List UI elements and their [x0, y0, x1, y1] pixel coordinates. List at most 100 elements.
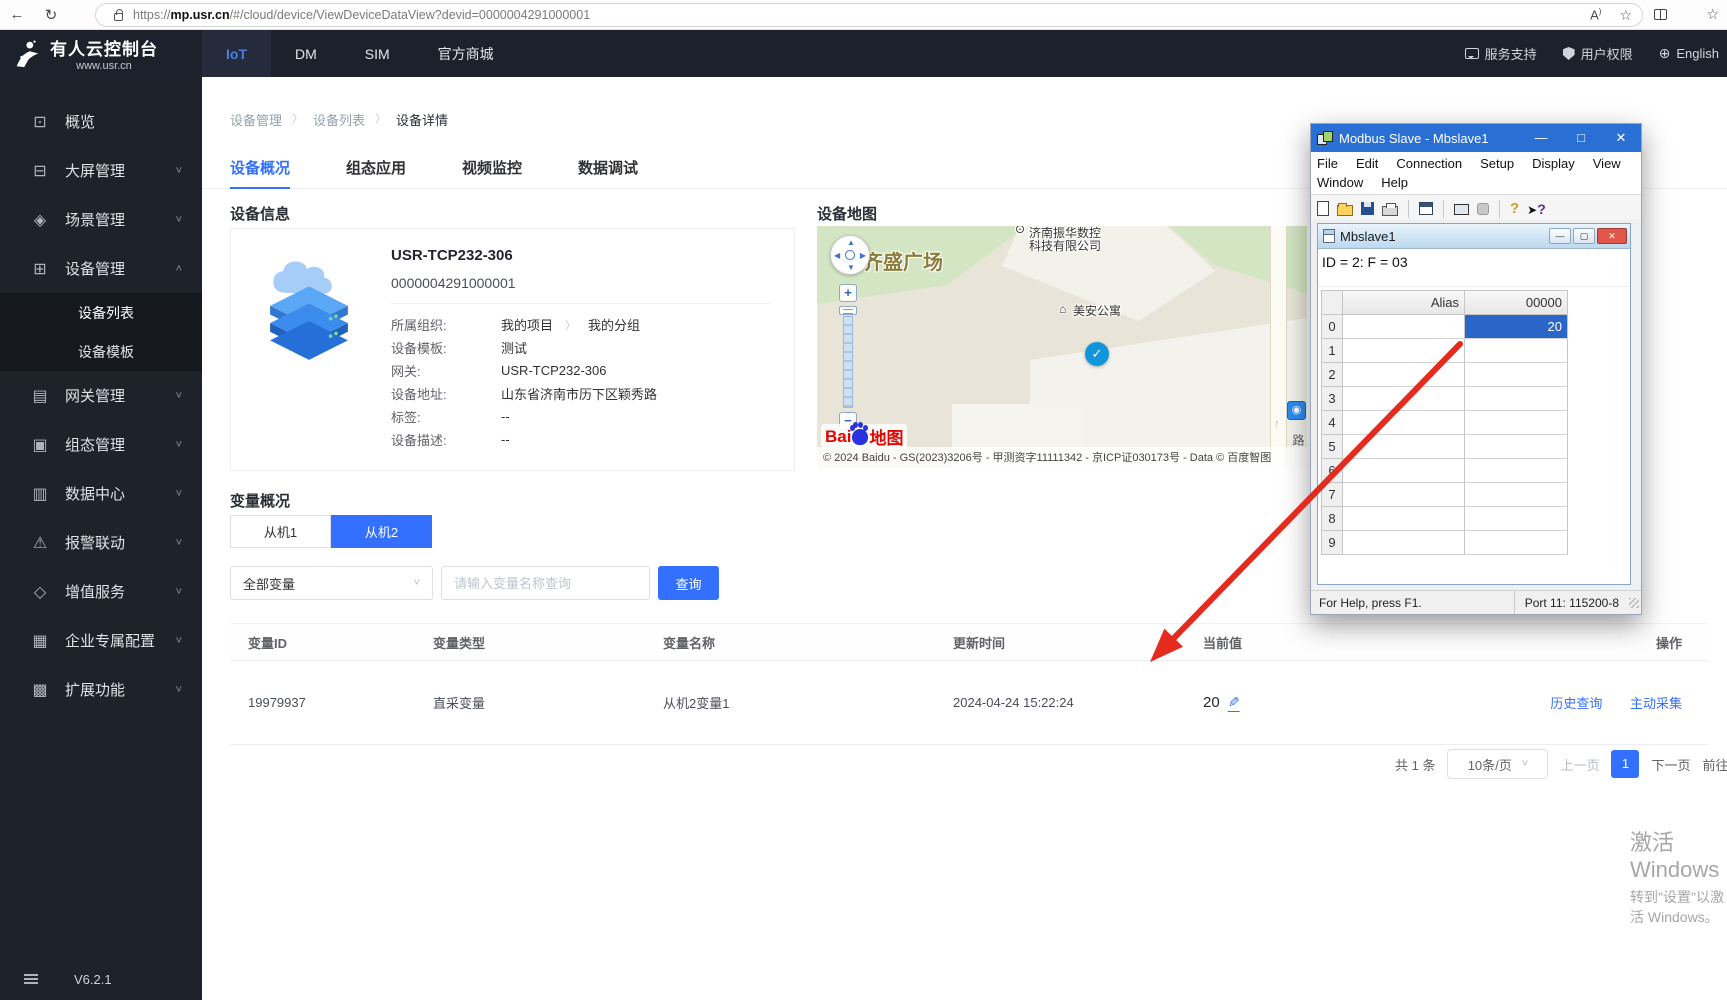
tab-device-overview[interactable]: 设备概况 [230, 145, 291, 189]
back-icon[interactable]: ← [0, 6, 34, 23]
url-text[interactable]: https://mp.usr.cn/#/cloud/device/ViewDev… [133, 8, 1580, 22]
nav-tab-iot[interactable]: IoT [202, 30, 271, 77]
favorite-star-icon[interactable]: ☆ [1619, 7, 1632, 24]
child-close-button[interactable]: ✕ [1597, 228, 1627, 244]
menu-file[interactable]: File [1317, 156, 1338, 171]
tab-slave1[interactable]: 从机1 [230, 515, 331, 548]
child-titlebar[interactable]: Mbslave1 — ▢ ✕ [1318, 224, 1630, 249]
menu-view[interactable]: View [1593, 156, 1621, 171]
save-file-icon[interactable] [1361, 202, 1374, 215]
connect-icon[interactable] [1454, 204, 1469, 215]
nav-tab-mall[interactable]: 官方商城 [414, 30, 518, 77]
close-button[interactable]: ✕ [1601, 124, 1641, 152]
history-query-link[interactable]: 历史查询 [1550, 696, 1602, 711]
lock-icon[interactable] [114, 9, 123, 21]
zoom-in-button[interactable]: + [839, 284, 857, 302]
sidebar-item-device-list[interactable]: 设备列表 [0, 293, 202, 332]
tab-data-debug[interactable]: 数据调试 [578, 145, 638, 189]
collapse-sidebar-icon[interactable] [24, 972, 38, 987]
pan-right-icon[interactable]: ▶ [860, 251, 866, 260]
value-cell[interactable] [1465, 507, 1568, 531]
menu-connection[interactable]: Connection [1396, 156, 1462, 171]
alias-cell[interactable] [1343, 387, 1465, 411]
new-file-icon[interactable] [1317, 201, 1329, 216]
active-collect-link[interactable]: 主动采集 [1630, 696, 1682, 711]
modbus-slave-window[interactable]: Modbus Slave - Mbslave1 — □ ✕ File Edit … [1310, 123, 1642, 615]
tab-scada-app[interactable]: 组态应用 [346, 145, 406, 189]
context-help-icon[interactable]: ➤? [1527, 201, 1546, 217]
alias-cell[interactable] [1343, 483, 1465, 507]
sidebar-item-alarm[interactable]: ⚠ 报警联动 ˅ [0, 518, 202, 567]
value-cell[interactable] [1465, 531, 1568, 555]
value-cell[interactable] [1465, 483, 1568, 507]
value-cell[interactable] [1465, 411, 1568, 435]
breadcrumb-device-list[interactable]: 设备列表 [313, 110, 365, 129]
sidebar-item-scada[interactable]: ▣ 组态管理 ˅ [0, 420, 202, 469]
alias-cell[interactable] [1343, 315, 1465, 339]
value-cell[interactable] [1465, 459, 1568, 483]
menu-display[interactable]: Display [1532, 156, 1575, 171]
prev-page-button[interactable]: 上一页 [1560, 755, 1599, 774]
nav-tab-sim[interactable]: SIM [341, 30, 414, 77]
tab-slave2[interactable]: 从机2 [331, 515, 432, 548]
menu-setup[interactable]: Setup [1480, 156, 1514, 171]
device-map[interactable]: ↑ 颖秀路 齐盛广场 ⊙ 济南振华数控 科技有限公司 ⌂ 美安公寓 ✓ ▲ ▼ … [817, 226, 1307, 468]
read-aloud-icon[interactable]: A) [1590, 7, 1601, 22]
pan-down-icon[interactable]: ▼ [847, 263, 855, 272]
variable-type-select[interactable]: 全部变量 ˅ [230, 566, 433, 600]
disconnect-icon[interactable] [1477, 202, 1489, 215]
page-1-button[interactable]: 1 [1611, 750, 1640, 778]
favorites-bar-icon[interactable]: ☆ [1706, 6, 1719, 23]
alias-cell[interactable] [1343, 435, 1465, 459]
pan-center-icon[interactable] [845, 250, 855, 260]
tab-video-monitor[interactable]: 视频监控 [462, 145, 522, 189]
alias-cell[interactable] [1343, 339, 1465, 363]
usr-cloud-logo[interactable]: 有人云控制台 www.usr.cn [0, 35, 202, 72]
nav-tab-dm[interactable]: DM [271, 30, 341, 77]
value-cell[interactable] [1465, 363, 1568, 387]
streetview-control-icon[interactable]: ◉ [1287, 401, 1306, 420]
variable-search-input[interactable] [441, 566, 650, 600]
breadcrumb-device-mgmt[interactable]: 设备管理 [230, 110, 282, 129]
menu-help[interactable]: Help [1381, 175, 1408, 190]
alias-cell[interactable] [1343, 531, 1465, 555]
open-file-icon[interactable] [1337, 202, 1353, 216]
sidebar-item-scene[interactable]: ◈ 场景管理 ˅ [0, 195, 202, 244]
sidebar-item-enterprise[interactable]: ▦ 企业专属配置 ˅ [0, 616, 202, 665]
alias-cell[interactable] [1343, 363, 1465, 387]
support-link[interactable]: 服务支持 [1464, 44, 1537, 63]
sidebar-item-data-center[interactable]: ▥ 数据中心 ˅ [0, 469, 202, 518]
value-cell[interactable] [1465, 339, 1568, 363]
device-location-marker[interactable]: ✓ [1085, 342, 1109, 366]
help-icon[interactable]: ? [1510, 200, 1519, 217]
alias-cell[interactable] [1343, 507, 1465, 531]
sidebar-item-bigscreen[interactable]: ⊟ 大屏管理 ˅ [0, 146, 202, 195]
baidu-logo[interactable]: Bai 地图 [821, 424, 908, 449]
pan-left-icon[interactable]: ◀ [834, 251, 840, 260]
mbslave1-child-window[interactable]: Mbslave1 — ▢ ✕ ID = 2: F = 03 Alias 0000… [1317, 223, 1631, 585]
sidebar-item-overview[interactable]: ⊡ 概览 [0, 97, 202, 146]
maximize-button[interactable]: □ [1561, 124, 1601, 152]
next-page-button[interactable]: 下一页 [1651, 755, 1690, 774]
alias-cell[interactable] [1343, 411, 1465, 435]
pan-up-icon[interactable]: ▲ [847, 238, 855, 247]
value-cell[interactable] [1465, 387, 1568, 411]
display-settings-icon[interactable] [1419, 202, 1433, 215]
alias-column-header[interactable]: Alias [1343, 291, 1465, 315]
sidebar-item-vas[interactable]: ◇ 增值服务 ˅ [0, 567, 202, 616]
page-size-select[interactable]: 10条/页 ˅ [1447, 749, 1549, 779]
menu-edit[interactable]: Edit [1356, 156, 1378, 171]
child-minimize-button[interactable]: — [1549, 228, 1571, 244]
sidebar-item-device-template[interactable]: 设备模板 [0, 332, 202, 371]
zoom-slider-track[interactable] [843, 316, 853, 408]
value-cell[interactable]: 20 [1465, 315, 1568, 339]
minimize-button[interactable]: — [1521, 124, 1561, 152]
print-icon[interactable] [1382, 202, 1398, 216]
alias-cell[interactable] [1343, 459, 1465, 483]
map-pan-control[interactable]: ▲ ▼ ◀ ▶ [830, 235, 870, 275]
sidebar-item-device-mgmt[interactable]: ⊞ 设备管理 ˄ [0, 244, 202, 293]
zoom-slider-handle[interactable] [839, 306, 857, 315]
modbus-titlebar[interactable]: Modbus Slave - Mbslave1 — □ ✕ [1311, 124, 1641, 152]
language-link[interactable]: ⊕ English [1659, 45, 1719, 62]
refresh-icon[interactable]: ↻ [34, 6, 68, 24]
